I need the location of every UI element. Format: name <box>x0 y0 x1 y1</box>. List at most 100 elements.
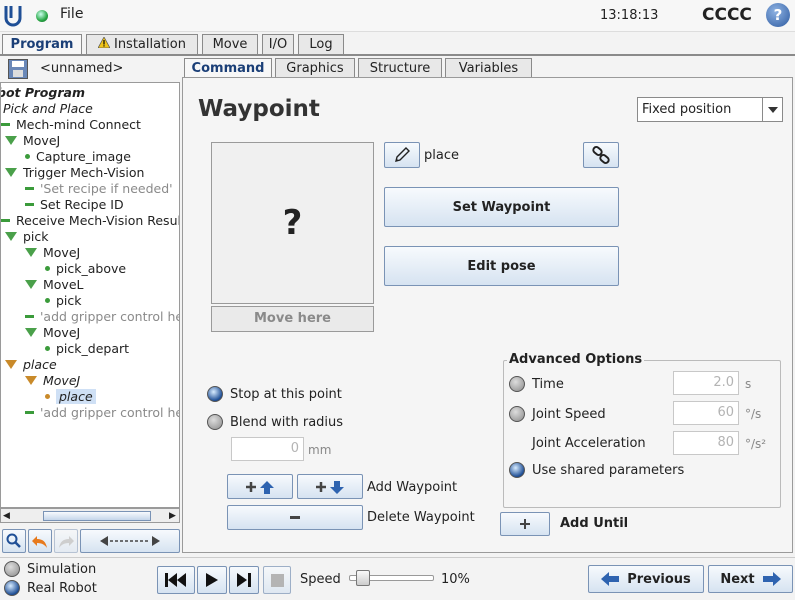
tree-item[interactable]: Set Recipe ID <box>25 196 124 212</box>
waypoint-dot-icon <box>45 265 50 271</box>
undo-button[interactable] <box>28 529 52 553</box>
scroll-right-arrow[interactable]: ▶ <box>169 511 176 521</box>
tree-item[interactable]: Mech-mind Connect <box>1 116 141 132</box>
add-until-button[interactable] <box>500 512 550 536</box>
position-mode-select[interactable]: Fixed position <box>637 97 783 122</box>
tree-item[interactable]: pick <box>5 228 49 244</box>
skip-back-icon <box>165 573 186 587</box>
tab-command[interactable]: Command <box>184 58 272 78</box>
add-until-label: Add Until <box>560 516 629 531</box>
tab-installation[interactable]: Installation <box>86 34 198 54</box>
scroll-left-arrow[interactable]: ◀ <box>3 511 10 521</box>
stop-button[interactable] <box>263 566 291 594</box>
real-robot-radio[interactable] <box>4 580 20 596</box>
tab-graphics[interactable]: Graphics <box>275 58 355 78</box>
joint-accel-unit: °/s² <box>745 437 767 451</box>
file-menu[interactable]: File <box>60 6 83 22</box>
tree-item[interactable]: MoveL <box>25 276 84 292</box>
waypoint-dot-icon <box>25 153 30 159</box>
tree-item[interactable]: MoveJ <box>25 372 80 388</box>
tab-variables[interactable]: Variables <box>445 58 532 78</box>
tree-item[interactable]: MoveJ <box>5 132 60 148</box>
tree-collapse-button[interactable] <box>80 529 180 553</box>
tab-move[interactable]: Move <box>202 34 258 54</box>
stop-icon <box>270 573 284 587</box>
add-waypoint-after-button[interactable] <box>297 474 363 499</box>
blend-radius-input[interactable]: 0 <box>231 437 304 461</box>
blend-radio[interactable] <box>207 414 223 430</box>
tree-item-label: Set Recipe ID <box>40 196 124 212</box>
tab-structure[interactable]: Structure <box>358 58 442 78</box>
simulation-label: Simulation <box>27 562 97 577</box>
save-icon[interactable] <box>8 59 28 79</box>
tree-item[interactable]: bot Program <box>1 84 85 100</box>
page-title: Waypoint <box>198 96 320 122</box>
simulation-radio[interactable] <box>4 561 20 577</box>
tree-item[interactable]: Capture_image <box>25 148 131 164</box>
play-button[interactable] <box>197 566 227 594</box>
tab-log[interactable]: Log <box>298 34 344 54</box>
delete-waypoint-button[interactable] <box>227 505 363 530</box>
tab-underline <box>0 54 795 56</box>
plus-down-icon <box>316 480 344 494</box>
tree-item-label: place <box>56 388 96 404</box>
search-button[interactable] <box>2 529 26 553</box>
command-line-icon <box>25 314 34 318</box>
speed-slider-thumb[interactable] <box>356 570 371 586</box>
step-forward-button[interactable] <box>229 566 259 594</box>
tab-io[interactable]: I/O <box>262 34 294 54</box>
waypoint-dot-icon <box>45 393 50 399</box>
clock: 13:18:13 <box>600 8 659 23</box>
move-here-button[interactable]: Move here <box>211 306 374 332</box>
tree-item[interactable]: pick_above <box>45 260 126 276</box>
next-button[interactable]: Next <box>708 565 793 593</box>
shared-params-radio[interactable] <box>509 462 525 478</box>
edit-pose-button[interactable]: Edit pose <box>384 246 619 286</box>
joint-accel-input[interactable]: 80 <box>673 431 739 455</box>
tree-item[interactable]: pick <box>45 292 82 308</box>
joint-speed-unit: °/s <box>745 407 762 421</box>
warning-icon <box>97 36 111 52</box>
undo-icon <box>32 536 47 548</box>
plus-icon <box>520 519 530 529</box>
previous-button[interactable]: Previous <box>588 565 704 593</box>
step-back-button[interactable] <box>157 566 195 594</box>
tree-item[interactable]: 'add gripper control he <box>25 308 179 324</box>
tree-item[interactable]: MoveJ <box>25 244 80 260</box>
tree-item[interactable]: place <box>5 356 57 372</box>
help-button[interactable]: ? <box>766 3 790 27</box>
skip-forward-icon <box>237 573 251 587</box>
robot-name: CCCC <box>702 5 752 25</box>
add-waypoint-before-button[interactable] <box>227 474 293 499</box>
joint-speed-radio[interactable] <box>509 406 525 422</box>
tree-item[interactable]: pick_depart <box>45 340 129 356</box>
time-input[interactable]: 2.0 <box>673 371 739 395</box>
expand-triangle-icon <box>5 167 17 177</box>
tree-item[interactable]: Pick and Place <box>3 100 93 116</box>
scroll-thumb[interactable] <box>43 511 151 521</box>
tree-item[interactable]: 'Set recipe if needed' <box>25 180 173 196</box>
command-line-icon <box>1 122 10 126</box>
command-line-icon <box>25 186 34 190</box>
tree-item[interactable]: MoveJ <box>25 324 80 340</box>
ur-logo-icon[interactable] <box>2 3 24 27</box>
rename-button[interactable] <box>384 142 420 168</box>
program-tree[interactable]: bot Program Pick and Place Mech-mind Conne… <box>0 82 180 508</box>
stop-radio[interactable] <box>207 386 223 402</box>
arrow-left-icon <box>601 572 620 586</box>
time-radio[interactable] <box>509 376 525 392</box>
tree-item[interactable]: Trigger Mech-Vision <box>5 164 144 180</box>
tree-item[interactable]: 'add gripper control he <box>25 404 179 420</box>
tree-item[interactable]: place <box>45 388 96 404</box>
tree-item-label: MoveJ <box>23 132 61 148</box>
time-unit: s <box>745 377 752 391</box>
tree-item-label: MoveL <box>43 276 84 292</box>
tree-item[interactable]: Receive Mech-Vision Resul <box>1 212 179 228</box>
tab-program[interactable]: Program <box>2 34 82 54</box>
joint-speed-input[interactable]: 60 <box>673 401 739 425</box>
redo-icon <box>59 536 74 548</box>
set-waypoint-button[interactable]: Set Waypoint <box>384 187 619 227</box>
tree-scrollbar[interactable]: ◀ ▶ <box>0 508 180 523</box>
redo-button[interactable] <box>54 529 78 553</box>
link-button[interactable] <box>583 142 619 168</box>
